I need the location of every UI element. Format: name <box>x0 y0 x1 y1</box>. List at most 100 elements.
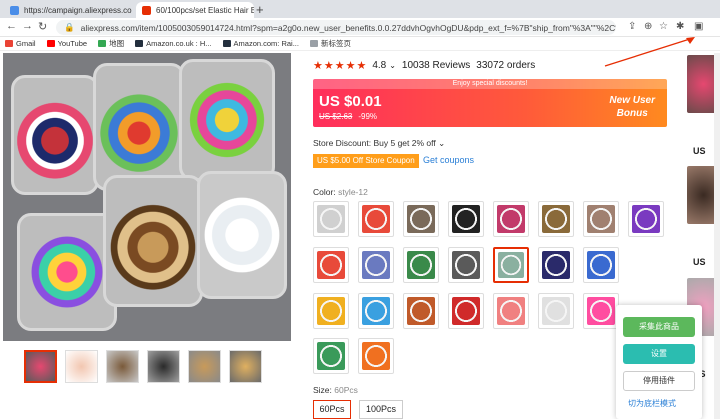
color-swatch[interactable] <box>358 247 394 283</box>
swatch-image <box>452 297 480 325</box>
color-swatch[interactable] <box>448 201 484 237</box>
page-icon <box>309 40 318 47</box>
arrow-head <box>686 37 695 44</box>
color-swatch[interactable] <box>448 247 484 283</box>
current-price: US $0.01 <box>319 93 382 110</box>
collect-product-button[interactable]: 采集此商品 <box>623 317 695 337</box>
close-tab-icon[interactable]: × <box>132 5 134 15</box>
color-swatch[interactable] <box>313 247 349 283</box>
color-swatch[interactable] <box>313 338 349 374</box>
new-tab-button[interactable]: + <box>256 2 264 17</box>
store-discount[interactable]: Store Discount: Buy 5 get 2% off ⌄ <box>313 138 445 149</box>
thumbnail-image[interactable] <box>229 350 262 383</box>
color-swatch[interactable] <box>538 293 574 329</box>
tab-product[interactable]: 60/100pcs/set Elastic Hair Ban × <box>136 2 254 18</box>
reviews-count[interactable]: 10038 Reviews <box>402 60 470 71</box>
bookmark-youtube[interactable]: YouTube <box>46 39 88 48</box>
size-option-60pcs[interactable]: 60Pcs <box>313 400 351 419</box>
pouch-image <box>17 213 117 331</box>
tab-bar: https://campaign.aliexpress.co × 60/100p… <box>0 0 720 18</box>
swatch-image <box>452 205 480 233</box>
swatch-image <box>317 297 345 325</box>
store-coupon[interactable]: US $5.00 Off Store Coupon <box>313 154 419 168</box>
share-icon[interactable]: ⇪ <box>628 21 636 32</box>
youtube-icon <box>46 40 55 47</box>
tab-campaign[interactable]: https://campaign.aliexpress.co × <box>4 2 134 18</box>
forward-icon[interactable]: → <box>22 20 33 32</box>
color-swatch[interactable] <box>313 293 349 329</box>
color-swatch[interactable] <box>628 201 664 237</box>
url-input[interactable]: 🔒 aliexpress.com/item/1005003059014724.h… <box>56 20 616 35</box>
color-swatch[interactable] <box>493 293 529 329</box>
bookmark-label: Amazon.com: Rai... <box>233 39 299 48</box>
color-swatch[interactable] <box>583 247 619 283</box>
bookmark-gmail[interactable]: Gmail <box>5 39 36 48</box>
reload-icon[interactable]: ↻ <box>38 20 47 33</box>
size-label-text: Size: <box>313 385 332 395</box>
back-icon[interactable]: ← <box>6 20 17 32</box>
bookmark-amazon-com[interactable]: Amazon.com: Rai... <box>222 39 299 48</box>
product-main-image[interactable] <box>3 53 291 341</box>
color-swatch[interactable] <box>538 247 574 283</box>
color-swatch[interactable] <box>493 201 529 237</box>
swatch-image <box>587 251 615 279</box>
thumbnail-image[interactable] <box>106 350 139 383</box>
arrow-line <box>604 37 694 67</box>
get-coupons-link[interactable]: Get coupons <box>423 155 474 165</box>
color-swatch[interactable] <box>403 293 439 329</box>
swatch-image <box>542 205 570 233</box>
color-swatch[interactable] <box>313 201 349 237</box>
price-box: Enjoy special discounts! US $0.01 US $2.… <box>313 79 667 127</box>
gmail-icon <box>5 40 13 47</box>
bookmark-amazon-uk[interactable]: Amazon.co.uk : H... <box>135 39 212 48</box>
swatch-image <box>497 205 525 233</box>
color-swatch[interactable] <box>403 247 439 283</box>
color-swatch[interactable] <box>538 201 574 237</box>
swatch-image <box>587 205 615 233</box>
bookmark-label: Amazon.co.uk : H... <box>146 39 212 48</box>
color-value: style-12 <box>338 187 368 197</box>
size-value: 60Pcs <box>334 385 358 395</box>
old-price-row: US $2.63 -99% <box>319 112 377 121</box>
bookmark-label: 地图 <box>109 39 125 48</box>
switch-to-bottom-bar-link[interactable]: 切为底栏模式 <box>628 398 676 409</box>
bookmark-label: YouTube <box>57 39 88 48</box>
plugin-panel: 采集此商品 设置 停用插件 切为底栏模式 <box>616 305 702 419</box>
old-price: US $2.63 <box>319 112 353 121</box>
translate-icon[interactable]: ⊕ <box>644 21 652 32</box>
scrollbar[interactable] <box>714 53 720 419</box>
thumbnail-image[interactable] <box>188 350 221 383</box>
swatch-image <box>362 297 390 325</box>
settings-button[interactable]: 设置 <box>623 344 695 364</box>
bookmark-new-tab-page[interactable]: 新标签页 <box>309 38 351 49</box>
tab-label: https://campaign.aliexpress.co <box>24 5 132 15</box>
color-swatch[interactable] <box>358 201 394 237</box>
swatch-image <box>542 251 570 279</box>
disable-plugin-button[interactable]: 停用插件 <box>623 371 695 391</box>
color-swatch[interactable] <box>583 201 619 237</box>
color-swatch[interactable] <box>493 247 529 283</box>
color-swatch[interactable] <box>448 293 484 329</box>
size-option-100pcs[interactable]: 100Pcs <box>359 400 403 419</box>
color-swatch[interactable] <box>583 293 619 329</box>
swatch-image <box>632 205 660 233</box>
bookmark-star-icon[interactable]: ☆ <box>659 21 668 32</box>
chevron-down-icon[interactable]: ⌄ <box>389 61 396 70</box>
color-swatch[interactable] <box>358 338 394 374</box>
swatch-image <box>362 205 390 233</box>
thumbnail-image[interactable] <box>65 350 98 383</box>
side-panel-icon[interactable]: ▣ <box>694 21 703 32</box>
color-swatch[interactable] <box>403 201 439 237</box>
swatch-image <box>362 251 390 279</box>
thumbnail-image[interactable] <box>24 350 57 383</box>
extensions-icon[interactable]: ✱ <box>676 21 684 32</box>
tab-label: 60/100pcs/set Elastic Hair Ban <box>156 5 254 15</box>
bookmark-maps[interactable]: 地图 <box>98 38 124 49</box>
thumbnail-image[interactable] <box>147 350 180 383</box>
rating-row: ★★★★★ 4.8 ⌄ 10038 Reviews 33072 orders <box>313 59 535 72</box>
amazon-icon <box>222 40 231 47</box>
color-swatch[interactable] <box>358 293 394 329</box>
bookmark-label: 新标签页 <box>320 39 351 48</box>
store-discount-text: Store Discount: Buy 5 get 2% off <box>313 138 436 148</box>
swatch-image <box>452 251 480 279</box>
